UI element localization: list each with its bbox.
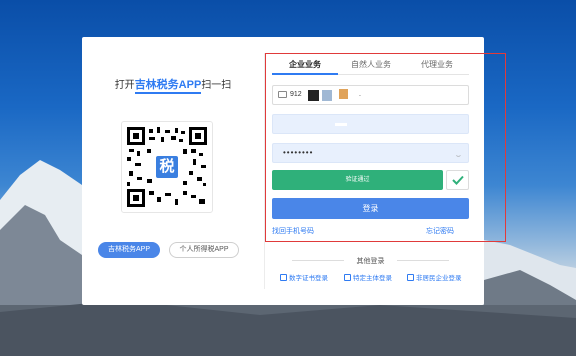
building-icon <box>407 274 414 281</box>
qr-code: 税 <box>121 121 213 213</box>
scan-brand: 吉林税务APP <box>134 79 202 94</box>
divider-line <box>292 260 344 261</box>
jilin-tax-app-button[interactable]: 吉林税务APP <box>98 242 160 258</box>
personal-tax-app-button[interactable]: 个人所得税APP <box>169 242 239 258</box>
scan-instruction: 打开吉林税务APP扫一扫 <box>82 76 264 94</box>
special-entity-label: 特定主体登录 <box>353 275 392 282</box>
entity-icon <box>344 274 351 281</box>
highlight-box <box>265 53 506 242</box>
scan-prefix: 打开 <box>114 80 135 91</box>
cert-login-option[interactable]: 数字证书登录 <box>280 274 328 284</box>
nonresident-label: 非居民企业登录 <box>416 275 462 282</box>
divider-line <box>397 260 449 261</box>
special-entity-login-option[interactable]: 特定主体登录 <box>344 274 392 284</box>
nonresident-login-option[interactable]: 非居民企业登录 <box>407 274 462 284</box>
qr-panel: 打开吉林税务APP扫一扫 税 吉林税务APP 个人所得税APP <box>82 37 264 305</box>
other-login-title: 其他登录 <box>272 256 469 266</box>
other-login-label: 其他登录 <box>356 258 385 265</box>
tax-logo-icon: 税 <box>154 154 180 180</box>
certificate-icon <box>280 274 287 281</box>
cert-login-label: 数字证书登录 <box>289 275 328 282</box>
scan-suffix: 扫一扫 <box>201 80 232 91</box>
